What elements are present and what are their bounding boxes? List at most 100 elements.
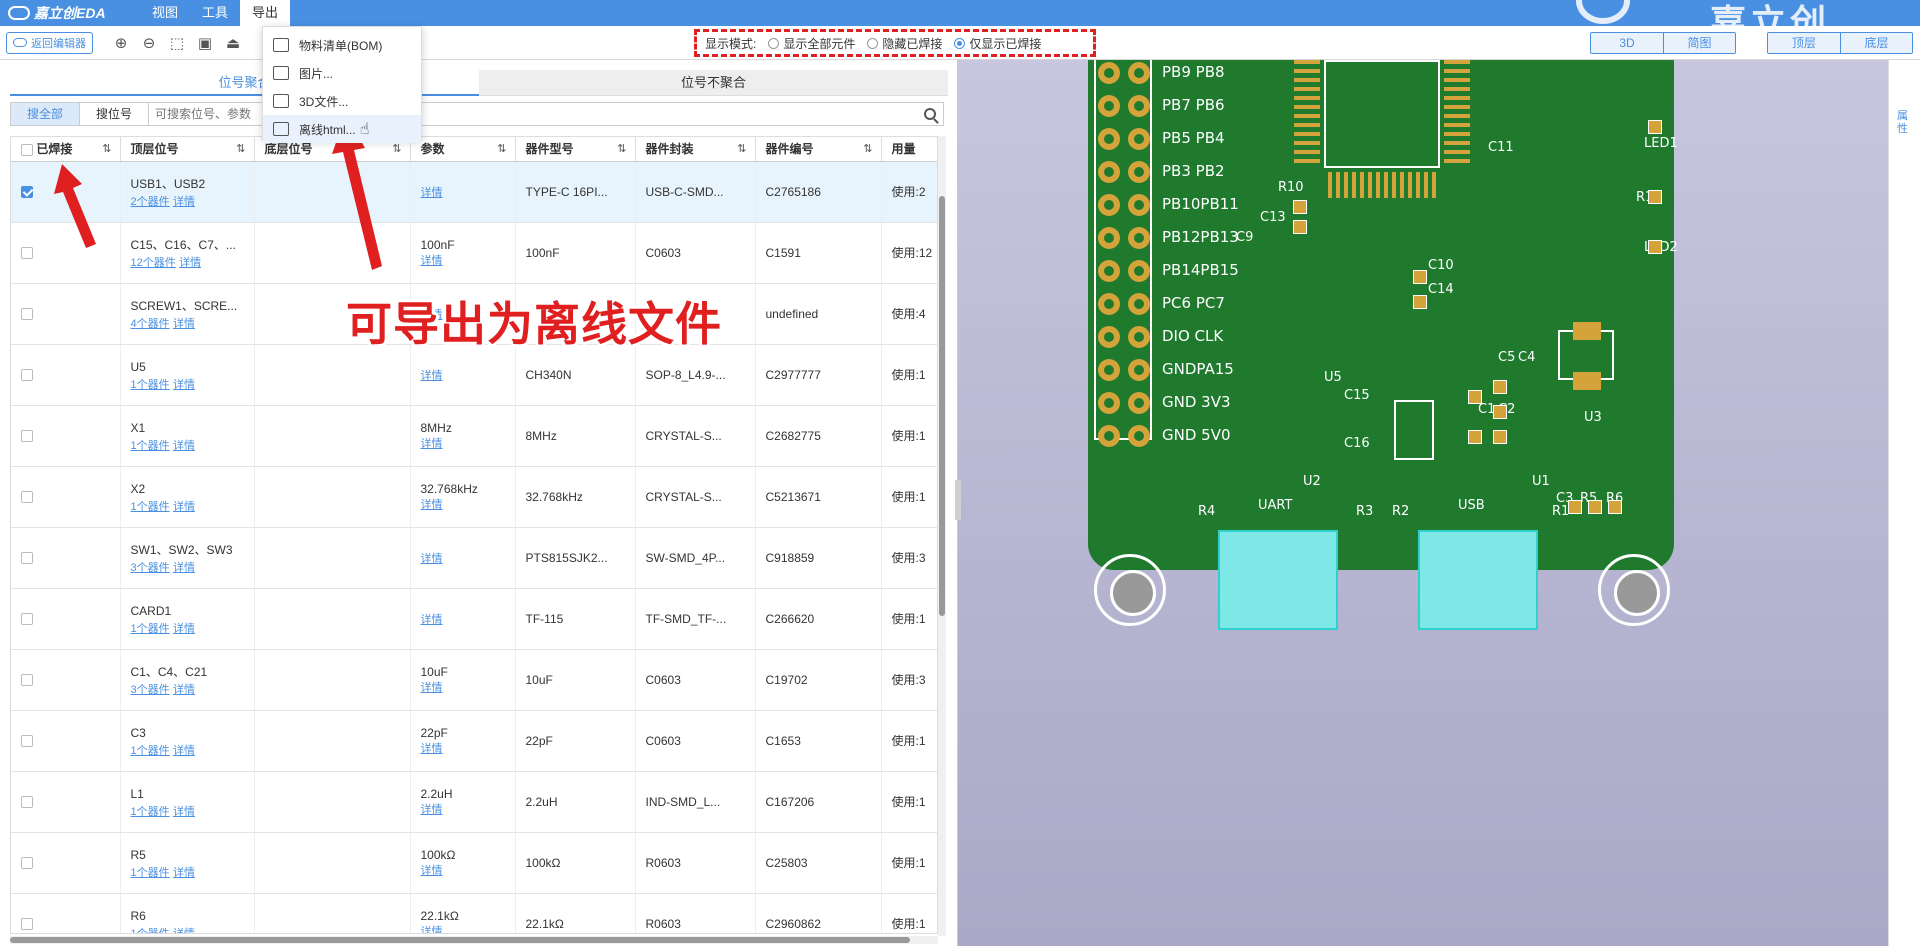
count-link[interactable]: 1个器件 — [131, 501, 170, 513]
radio-hide-soldered[interactable]: 隐藏已焊接 — [867, 35, 942, 52]
properties-tab[interactable]: 属性 — [1897, 110, 1911, 136]
soldered-checkbox[interactable] — [21, 247, 33, 260]
count-link[interactable]: 1个器件 — [131, 806, 170, 818]
detail-link[interactable]: 详情 — [173, 196, 195, 208]
count-link[interactable]: 1个器件 — [131, 379, 170, 391]
horizontal-scrollbar[interactable] — [10, 936, 938, 944]
detail-link[interactable]: 详情 — [173, 318, 195, 330]
detail-link[interactable]: 详情 — [173, 684, 195, 696]
view-3d-button[interactable]: 3D — [1591, 33, 1663, 53]
vertical-scrollbar[interactable] — [938, 136, 946, 936]
count-link[interactable]: 1个器件 — [131, 745, 170, 757]
table-row[interactable]: USB1、USB2 2个器件 详情 详情 TYPE-C 16PI... USB-C-SM… — [11, 161, 937, 223]
count-link[interactable]: 1个器件 — [131, 928, 170, 934]
export-bom-item[interactable]: 物料清单(BOM) — [263, 31, 421, 59]
table-row[interactable]: X1 1个器件 详情 8MHz 详情 8MHz CRYSTAL-S... C2682775 使… — [11, 405, 937, 467]
table-row[interactable]: SW1、SW2、SW3 3个器件 详情 详情 PTS815SJK2... SW-SMD_… — [11, 527, 937, 589]
sort-icon[interactable]: ⇅ — [863, 142, 872, 155]
table-row[interactable]: L1 1个器件 详情 2.2uH 详情 2.2uH IND-SMD_L... C167206… — [11, 771, 937, 833]
soldered-checkbox[interactable] — [21, 552, 33, 565]
table-row[interactable]: C1、C4、C21 3个器件 详情 10uF 详情 10uF C0603 C19702 使用:… — [11, 649, 937, 711]
detail-link[interactable]: 详情 — [173, 928, 195, 934]
soldered-checkbox[interactable] — [21, 613, 33, 626]
table-row[interactable]: C3 1个器件 详情 22pF 详情 22pF C0603 C1653 使用:1 — [11, 710, 937, 772]
sort-icon[interactable]: ⇅ — [617, 142, 626, 155]
soldered-checkbox[interactable] — [21, 918, 33, 931]
detail-link[interactable]: 详情 — [179, 257, 201, 269]
header-code[interactable]: 器件编号 ⇅ — [755, 137, 882, 162]
detail-link[interactable]: 详情 — [173, 623, 195, 635]
search-all-button[interactable]: 搜全部 — [11, 103, 80, 125]
param-detail-link[interactable]: 详情 — [421, 187, 443, 199]
param-detail-link[interactable]: 详情 — [421, 255, 443, 267]
count-link[interactable]: 1个器件 — [131, 867, 170, 879]
sort-icon[interactable]: ⇅ — [102, 142, 111, 155]
soldered-checkbox[interactable] — [21, 674, 33, 687]
detail-link[interactable]: 详情 — [173, 440, 195, 452]
param-detail-link[interactable]: 详情 — [421, 926, 443, 934]
zoom-out-icon[interactable]: ⊖ — [135, 31, 163, 55]
back-to-editor-button[interactable]: 返回编辑器 — [6, 31, 93, 54]
layer-top-button[interactable]: 顶层 — [1768, 33, 1840, 53]
view-simple-button[interactable]: 简图 — [1663, 33, 1735, 53]
zoom-in-icon[interactable]: ⊕ — [107, 31, 135, 55]
count-link[interactable]: 3个器件 — [131, 684, 170, 696]
menu-tools[interactable]: 工具 — [190, 0, 240, 26]
layer-bottom-button[interactable]: 底层 — [1840, 33, 1912, 53]
panel-splitter[interactable] — [955, 480, 961, 520]
measure-icon[interactable]: ⏏ — [219, 31, 247, 55]
sort-icon[interactable]: ⇅ — [236, 142, 245, 155]
soldered-checkbox[interactable] — [21, 308, 33, 321]
count-link[interactable]: 1个器件 — [131, 623, 170, 635]
header-top-pos[interactable]: 顶层位号 ⇅ — [120, 137, 255, 162]
zoom-area-icon[interactable]: ⬚ — [163, 31, 191, 55]
soldered-checkbox[interactable] — [21, 796, 33, 809]
count-link[interactable]: 2个器件 — [131, 196, 170, 208]
table-row[interactable]: X2 1个器件 详情 32.768kHz 详情 32.768kHz CRYSTAL-S..… — [11, 466, 937, 528]
export-image-item[interactable]: 图片... — [263, 59, 421, 87]
radio-only-soldered[interactable]: 仅显示已焊接 — [954, 35, 1041, 52]
detail-link[interactable]: 详情 — [173, 745, 195, 757]
pcb-viewer[interactable]: PB9 PB8 PB7 PB6 PB5 PB4 PB3 PB2 PB10PB11 PB12… — [958, 60, 1888, 946]
radio-show-all[interactable]: 显示全部元件 — [768, 35, 855, 52]
header-package[interactable]: 器件封装 ⇅ — [635, 137, 756, 162]
table-row[interactable]: C15、C16、C7、... 12个器件 详情 100nF 详情 100nF C0603 C… — [11, 222, 937, 284]
table-row[interactable]: CARD1 1个器件 详情 详情 TF-115 TF-SMD_TF-... C266620… — [11, 588, 937, 650]
header-model[interactable]: 器件型号 ⇅ — [515, 137, 636, 162]
soldered-checkbox[interactable] — [21, 369, 33, 382]
soldered-checkbox[interactable] — [21, 857, 33, 870]
select-all-checkbox[interactable] — [21, 144, 33, 157]
export-3d-item[interactable]: 3D文件... — [263, 87, 421, 115]
sort-icon[interactable]: ⇅ — [392, 142, 401, 155]
export-offline-html-item[interactable]: 离线html... ☝ — [263, 115, 421, 143]
menu-export[interactable]: 导出 — [240, 0, 291, 26]
param-detail-link[interactable]: 详情 — [421, 682, 443, 694]
menu-view[interactable]: 视图 — [140, 0, 190, 26]
detail-link[interactable]: 详情 — [173, 806, 195, 818]
param-detail-link[interactable]: 详情 — [421, 614, 443, 626]
table-row[interactable]: R5 1个器件 详情 100kΩ 详情 100kΩ R0603 C25803 使用:1 — [11, 832, 937, 894]
app-logo[interactable]: 嘉立创EDA — [0, 3, 140, 23]
soldered-checkbox[interactable] — [21, 735, 33, 748]
detail-link[interactable]: 详情 — [173, 562, 195, 574]
count-link[interactable]: 12个器件 — [131, 257, 176, 269]
sort-icon[interactable]: ⇅ — [497, 142, 506, 155]
param-detail-link[interactable]: 详情 — [421, 370, 443, 382]
fit-view-icon[interactable]: ▣ — [191, 31, 219, 55]
header-param[interactable]: 参数 ⇅ — [410, 137, 516, 162]
soldered-checkbox[interactable] — [21, 430, 33, 443]
param-detail-link[interactable]: 详情 — [421, 438, 443, 450]
search-by-pos-button[interactable]: 搜位号 — [79, 103, 150, 125]
soldered-checkbox[interactable] — [21, 491, 33, 504]
count-link[interactable]: 4个器件 — [131, 318, 170, 330]
detail-link[interactable]: 详情 — [173, 501, 195, 513]
param-detail-link[interactable]: 详情 — [421, 553, 443, 565]
detail-link[interactable]: 详情 — [173, 867, 195, 879]
count-link[interactable]: 1个器件 — [131, 440, 170, 452]
header-soldered[interactable]: 已焊接 ⇅ — [11, 137, 121, 162]
soldered-checkbox[interactable] — [21, 186, 33, 199]
param-detail-link[interactable]: 详情 — [421, 743, 443, 755]
table-row[interactable]: R6 1个器件 详情 22.1kΩ 详情 22.1kΩ R0603 C2960862 使用:1 — [11, 893, 937, 934]
sort-icon[interactable]: ⇅ — [737, 142, 746, 155]
param-detail-link[interactable]: 详情 — [421, 499, 443, 511]
